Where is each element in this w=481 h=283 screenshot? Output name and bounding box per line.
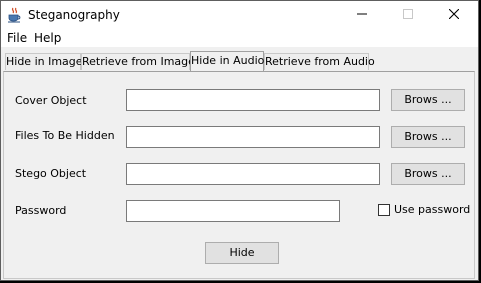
- minimize-icon: [357, 9, 367, 22]
- stego-object-field[interactable]: [126, 163, 380, 185]
- menu-file[interactable]: File: [6, 30, 28, 46]
- maximize-button[interactable]: [385, 1, 431, 29]
- maximize-icon: [403, 8, 413, 22]
- hide-button[interactable]: Hide: [205, 242, 279, 264]
- files-to-be-hidden-browse-button[interactable]: Brows ...: [391, 126, 465, 148]
- tab-hide-in-image[interactable]: Hide in Image: [5, 53, 83, 70]
- menu-help[interactable]: Help: [33, 30, 62, 46]
- files-to-be-hidden-field[interactable]: [126, 126, 380, 148]
- password-field[interactable]: [126, 200, 340, 222]
- menu-bar: File Help: [1, 29, 478, 47]
- stego-object-label: Stego Object: [15, 167, 87, 180]
- close-icon: [448, 8, 460, 22]
- app-window: Steganography File Help Hide in Image Re…: [0, 0, 479, 281]
- files-to-be-hidden-label: Files To Be Hidden: [15, 129, 115, 142]
- java-coffee-cup-icon: [6, 7, 22, 23]
- stego-object-browse-button[interactable]: Brows ...: [391, 163, 465, 185]
- title-bar[interactable]: Steganography: [1, 1, 478, 29]
- password-label: Password: [15, 204, 67, 217]
- window-title: Steganography: [28, 8, 120, 22]
- tab-strip: Hide in Image Retrieve from Image Hide i…: [1, 51, 478, 71]
- use-password-label[interactable]: Use password: [394, 203, 470, 217]
- tab-retrieve-from-audio[interactable]: Retrieve from Audio: [264, 53, 375, 70]
- close-button[interactable]: [431, 1, 477, 29]
- cover-object-label: Cover Object: [15, 94, 87, 107]
- cover-object-browse-button[interactable]: Brows ...: [391, 89, 465, 111]
- tab-hide-in-audio[interactable]: Hide in Audio: [190, 51, 264, 71]
- use-password-checkbox[interactable]: [378, 204, 390, 216]
- hide-in-audio-panel: Cover Object Brows ... Files To Be Hidde…: [3, 71, 475, 279]
- cover-object-field[interactable]: [126, 89, 380, 111]
- tab-retrieve-from-image[interactable]: Retrieve from Image: [81, 53, 195, 70]
- minimize-button[interactable]: [339, 1, 385, 29]
